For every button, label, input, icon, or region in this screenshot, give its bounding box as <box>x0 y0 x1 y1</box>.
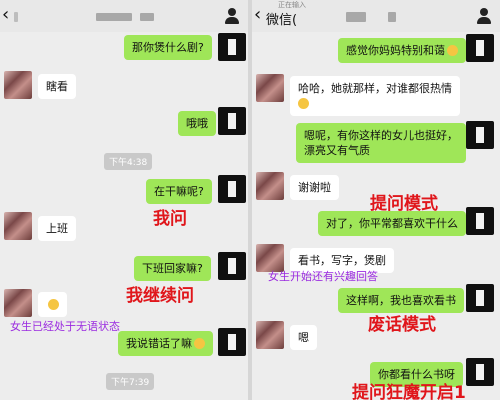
annotation-label: 废话模式 <box>368 315 436 335</box>
message-bubble-sent[interactable]: 对了，你平常都喜欢干什么 <box>318 211 466 236</box>
message-bubble-received[interactable]: 哈哈，她就那样，对谁都很热情 <box>290 76 460 116</box>
back-arrow-icon[interactable]: ‹ <box>2 6 9 24</box>
avatar[interactable] <box>256 321 284 349</box>
avatar[interactable] <box>218 107 246 135</box>
redacted-name <box>388 12 396 22</box>
avatar[interactable] <box>466 121 494 149</box>
avatar[interactable] <box>256 172 284 200</box>
message-bubble-received[interactable]: 瞎看 <box>38 74 76 99</box>
annotation-label: 我问 <box>153 209 187 229</box>
typing-status: 正在输入 <box>278 1 306 9</box>
avatar[interactable] <box>466 207 494 235</box>
message-bubble-sent[interactable]: 那你煲什么剧? <box>124 35 212 60</box>
avatar[interactable] <box>4 71 32 99</box>
header-title[interactable]: 微信( <box>266 9 297 28</box>
message-bubble-sent[interactable]: 感觉你妈妈特别和蔼 <box>338 38 466 63</box>
message-bubble-sent[interactable]: 嗯呢，有你这样的女儿也挺好， 漂亮又有气质 <box>296 123 466 163</box>
message-bubble-received[interactable]: 上班 <box>38 216 76 241</box>
annotation-label: 女生开始还有兴趣回答 <box>268 270 378 283</box>
avatar[interactable] <box>466 358 494 386</box>
avatar[interactable] <box>466 34 494 62</box>
avatar[interactable] <box>466 284 494 312</box>
message-bubble-sent[interactable]: 在干嘛呢? <box>146 179 212 204</box>
back-arrow-icon[interactable]: ‹ <box>254 6 261 24</box>
emoji-icon <box>194 338 205 349</box>
emoji-icon <box>447 45 458 56</box>
chat-header: ‹ 微信( 正在输入 <box>252 0 500 32</box>
avatar[interactable] <box>218 328 246 356</box>
emoji-icon <box>298 98 309 109</box>
redacted-name <box>14 12 18 22</box>
annotation-label: 提问狂魔开启1 <box>352 383 466 400</box>
message-bubble-received[interactable]: 嗯 <box>290 325 317 350</box>
message-bubble-sent[interactable]: 我说错话了嘛 <box>118 331 213 356</box>
contact-profile-icon[interactable] <box>224 8 240 24</box>
annotation-label: 我继续问 <box>126 286 194 306</box>
redacted-name <box>96 13 132 21</box>
timestamp: 下午4:38 <box>104 153 153 170</box>
avatar[interactable] <box>218 33 246 61</box>
avatar[interactable] <box>218 252 246 280</box>
annotation-label: 女生已经处于无语状态 <box>10 320 120 333</box>
contact-profile-icon[interactable] <box>476 8 492 24</box>
message-bubble-received[interactable]: 谢谢啦 <box>290 175 339 200</box>
left-chat-screenshot: ‹ 那你煲什么剧? 瞎看 哦哦 下午4:38 在干嘛呢? 我问 上班 下班回家嘛… <box>0 0 248 400</box>
chat-header: ‹ <box>0 0 248 32</box>
redacted-name <box>140 13 154 21</box>
message-bubble-received[interactable] <box>38 292 67 317</box>
right-chat-screenshot: ‹ 微信( 正在输入 感觉你妈妈特别和蔼 哈哈，她就那样，对谁都很热情 嗯呢，有… <box>252 0 500 400</box>
avatar[interactable] <box>4 212 32 240</box>
avatar[interactable] <box>256 74 284 102</box>
message-bubble-sent[interactable]: 下班回家嘛? <box>134 256 211 281</box>
avatar[interactable] <box>4 289 32 317</box>
message-bubble-sent[interactable]: 哦哦 <box>178 111 216 136</box>
timestamp: 下午7:39 <box>106 373 155 390</box>
redacted-name <box>346 12 366 22</box>
emoji-icon <box>48 299 59 310</box>
avatar[interactable] <box>218 175 246 203</box>
